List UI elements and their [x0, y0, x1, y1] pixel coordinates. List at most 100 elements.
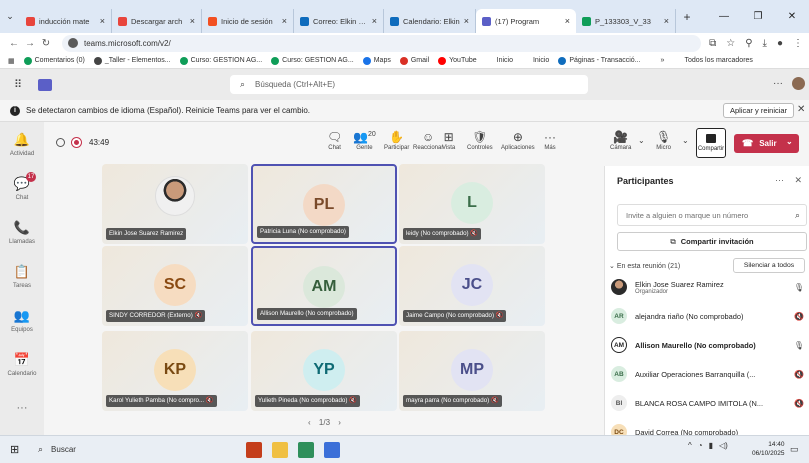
tab-close-icon[interactable]: ×: [565, 16, 570, 26]
apply-restart-button[interactable]: Aplicar y reiniciar: [723, 103, 795, 118]
toolbar-button-gente[interactable]: 👥20 Gente: [353, 130, 376, 151]
bookmark-item[interactable]: Curso: GESTION AG...: [271, 56, 354, 65]
video-tile[interactable]: Elkin Jose Suarez Ramirez: [102, 164, 248, 244]
volume-icon[interactable]: ◁): [719, 441, 728, 450]
video-tile[interactable]: MP mayra parra (No comprobado) 🔇: [399, 331, 545, 411]
camera-button[interactable]: 🎥 Cámara: [610, 130, 631, 151]
more-options-icon[interactable]: ···: [773, 78, 783, 89]
taskbar-search[interactable]: ⌕ Buscar: [38, 444, 76, 455]
file-explorer-icon[interactable]: [272, 442, 288, 458]
rail-item[interactable]: 💬 Chat 17: [0, 166, 44, 210]
participant-row[interactable]: AR alejandra riaño (No comprobado) 🔇: [611, 305, 806, 327]
extensions-icon[interactable]: ⚲: [745, 38, 752, 49]
mic-muted-icon[interactable]: 🔇: [792, 312, 806, 321]
video-tile[interactable]: PL Patricia Luna (No comprobado): [251, 164, 397, 244]
tab-close-icon[interactable]: ×: [664, 16, 669, 26]
browser-tab[interactable]: inducción mate ×: [20, 9, 112, 33]
app-launcher-icon[interactable]: ⠿: [0, 78, 36, 91]
browser-tab[interactable]: Descargar arch ×: [112, 9, 202, 33]
bookmark-item[interactable]: Inicio: [485, 56, 513, 65]
share-invite-button[interactable]: ⧉ Compartir invitación: [617, 232, 807, 251]
site-info-icon[interactable]: [68, 38, 78, 48]
toolbar-button-controles[interactable]: 🛡 Controles: [467, 130, 493, 151]
notification-icon[interactable]: ▭: [790, 444, 799, 455]
battery-icon[interactable]: ▮: [709, 441, 713, 450]
participant-row[interactable]: Elkin Jose Suarez Ramirez Organizador 🎙: [611, 276, 806, 298]
toolbar-button-participar[interactable]: ✋ Participar: [384, 130, 409, 151]
participant-row[interactable]: AM Allison Maurello (No comprobado) 🎙: [611, 334, 806, 356]
clock[interactable]: 14:40 06/10/2025: [752, 440, 785, 458]
bookmark-item[interactable]: _Taller - Elementos...: [93, 56, 171, 65]
tab-close-icon[interactable]: ×: [282, 16, 287, 26]
invite-input[interactable]: Invite a alguien o marque un número ⌕: [617, 204, 807, 226]
rail-item[interactable]: 👥 Equipos: [0, 298, 44, 342]
tab-close-icon[interactable]: ×: [100, 16, 105, 26]
leave-button[interactable]: ☎ Salir ⌄: [734, 134, 799, 153]
browser-tab[interactable]: P_133303_V_33 ×: [576, 9, 676, 33]
bookmark-item[interactable]: Páginas - Transacció...: [558, 56, 641, 65]
mic-chevron-icon[interactable]: ⌄: [682, 136, 689, 145]
close-window-icon[interactable]: ✕: [775, 11, 809, 22]
windows-start-icon[interactable]: ⊞: [10, 443, 32, 456]
bookmark-item[interactable]: Comentarios (0): [23, 56, 85, 65]
mic-icon[interactable]: 🎙: [792, 341, 806, 350]
back-icon[interactable]: ←: [6, 38, 22, 49]
search-input[interactable]: ⌕ Búsqueda (Ctrl+Alt+E): [230, 75, 588, 94]
bookmark-item[interactable]: Inicio: [521, 56, 549, 65]
download-icon[interactable]: ⤓: [763, 38, 767, 49]
bookmark-item[interactable]: »: [649, 56, 664, 65]
participant-row[interactable]: AB Auxiliar Operaciones Barranquilla (...…: [611, 363, 806, 385]
video-tile[interactable]: AM Allison Maurello (No comprobado): [251, 246, 397, 326]
video-tile[interactable]: Lleidy (No comprobado) 🔇: [399, 164, 545, 244]
apps-grid-icon[interactable]: ▦: [8, 57, 15, 65]
participant-row[interactable]: BI BLANCA ROSA CAMPO IMITOLA (N... 🔇: [611, 392, 806, 414]
panel-more-icon[interactable]: ···: [775, 175, 784, 185]
rail-item[interactable]: 📅 Calendario: [0, 342, 44, 386]
chrome-icon[interactable]: [298, 442, 314, 458]
mic-muted-icon[interactable]: 🔇: [792, 399, 806, 408]
bookmark-item[interactable]: Curso: GESTION AG...: [179, 56, 262, 65]
bookmark-item[interactable]: Todos los marcadores: [673, 56, 753, 65]
browser-menu-icon[interactable]: ⋮: [793, 38, 803, 49]
toolbar-button-reaccionar[interactable]: ☺ Reaccionar: [413, 130, 443, 151]
toolbar-button-más[interactable]: ··· Más: [544, 130, 556, 151]
mic-icon[interactable]: 🎙: [792, 283, 806, 292]
new-tab-button[interactable]: +: [676, 10, 698, 24]
toolbar-button-chat[interactable]: 🗨 Chat: [327, 130, 342, 151]
browser-tab[interactable]: (17) Program ×: [476, 9, 576, 33]
tray-chevron-icon[interactable]: ^: [688, 441, 692, 450]
next-page-icon[interactable]: ›: [338, 418, 341, 427]
camera-chevron-icon[interactable]: ⌄: [638, 136, 645, 145]
rail-item[interactable]: 📋 Tareas: [0, 254, 44, 298]
close-panel-icon[interactable]: ✕: [795, 175, 803, 185]
url-field[interactable]: teams.microsoft.com/v2/: [62, 34, 702, 52]
video-tile[interactable]: SC SINDY CORREDOR (Externo) 🔇: [102, 246, 248, 326]
rail-item[interactable]: 📞 Llamadas: [0, 210, 44, 254]
edge-icon[interactable]: [324, 442, 340, 458]
powerpoint-icon[interactable]: [246, 442, 262, 458]
browser-tab[interactable]: Correo: Elkin Jos ×: [294, 9, 384, 33]
install-app-icon[interactable]: ⧉: [709, 38, 716, 49]
rail-item[interactable]: ···: [0, 386, 44, 430]
toolbar-button-aplicaciones[interactable]: ⊕ Aplicaciones: [501, 130, 535, 151]
browser-tab[interactable]: Inicio de sesión ×: [202, 9, 294, 33]
rail-item[interactable]: 🔔 Actividad: [0, 122, 44, 166]
video-tile[interactable]: YP Yulieth Pineda (No comprobado) 🔇: [251, 331, 397, 411]
profile-icon[interactable]: ●: [777, 38, 783, 49]
tab-close-icon[interactable]: ×: [190, 16, 195, 26]
in-meeting-section[interactable]: ⌄ En esta reunión (21): [609, 262, 680, 270]
bookmark-item[interactable]: YouTube: [438, 56, 477, 65]
avatar[interactable]: [792, 77, 805, 90]
bookmark-star-icon[interactable]: ☆: [726, 38, 735, 49]
video-tile[interactable]: KP Karol Yulieth Pamba (No compro... 🔇: [102, 331, 248, 411]
mute-all-button[interactable]: Silenciar a todos: [733, 258, 805, 273]
browser-tab[interactable]: Calendario: Elkin ×: [384, 9, 476, 33]
leave-chevron-icon[interactable]: ⌄: [786, 137, 793, 146]
prev-page-icon[interactable]: ‹: [308, 418, 311, 427]
toolbar-button-vista[interactable]: ⊞ Vista: [442, 130, 455, 151]
mic-button[interactable]: 🎙 Micro: [656, 130, 671, 151]
tab-close-icon[interactable]: ×: [464, 16, 469, 26]
minimize-icon[interactable]: —: [707, 11, 741, 22]
tab-close-icon[interactable]: ×: [372, 16, 377, 26]
maximize-icon[interactable]: ❐: [741, 11, 775, 22]
